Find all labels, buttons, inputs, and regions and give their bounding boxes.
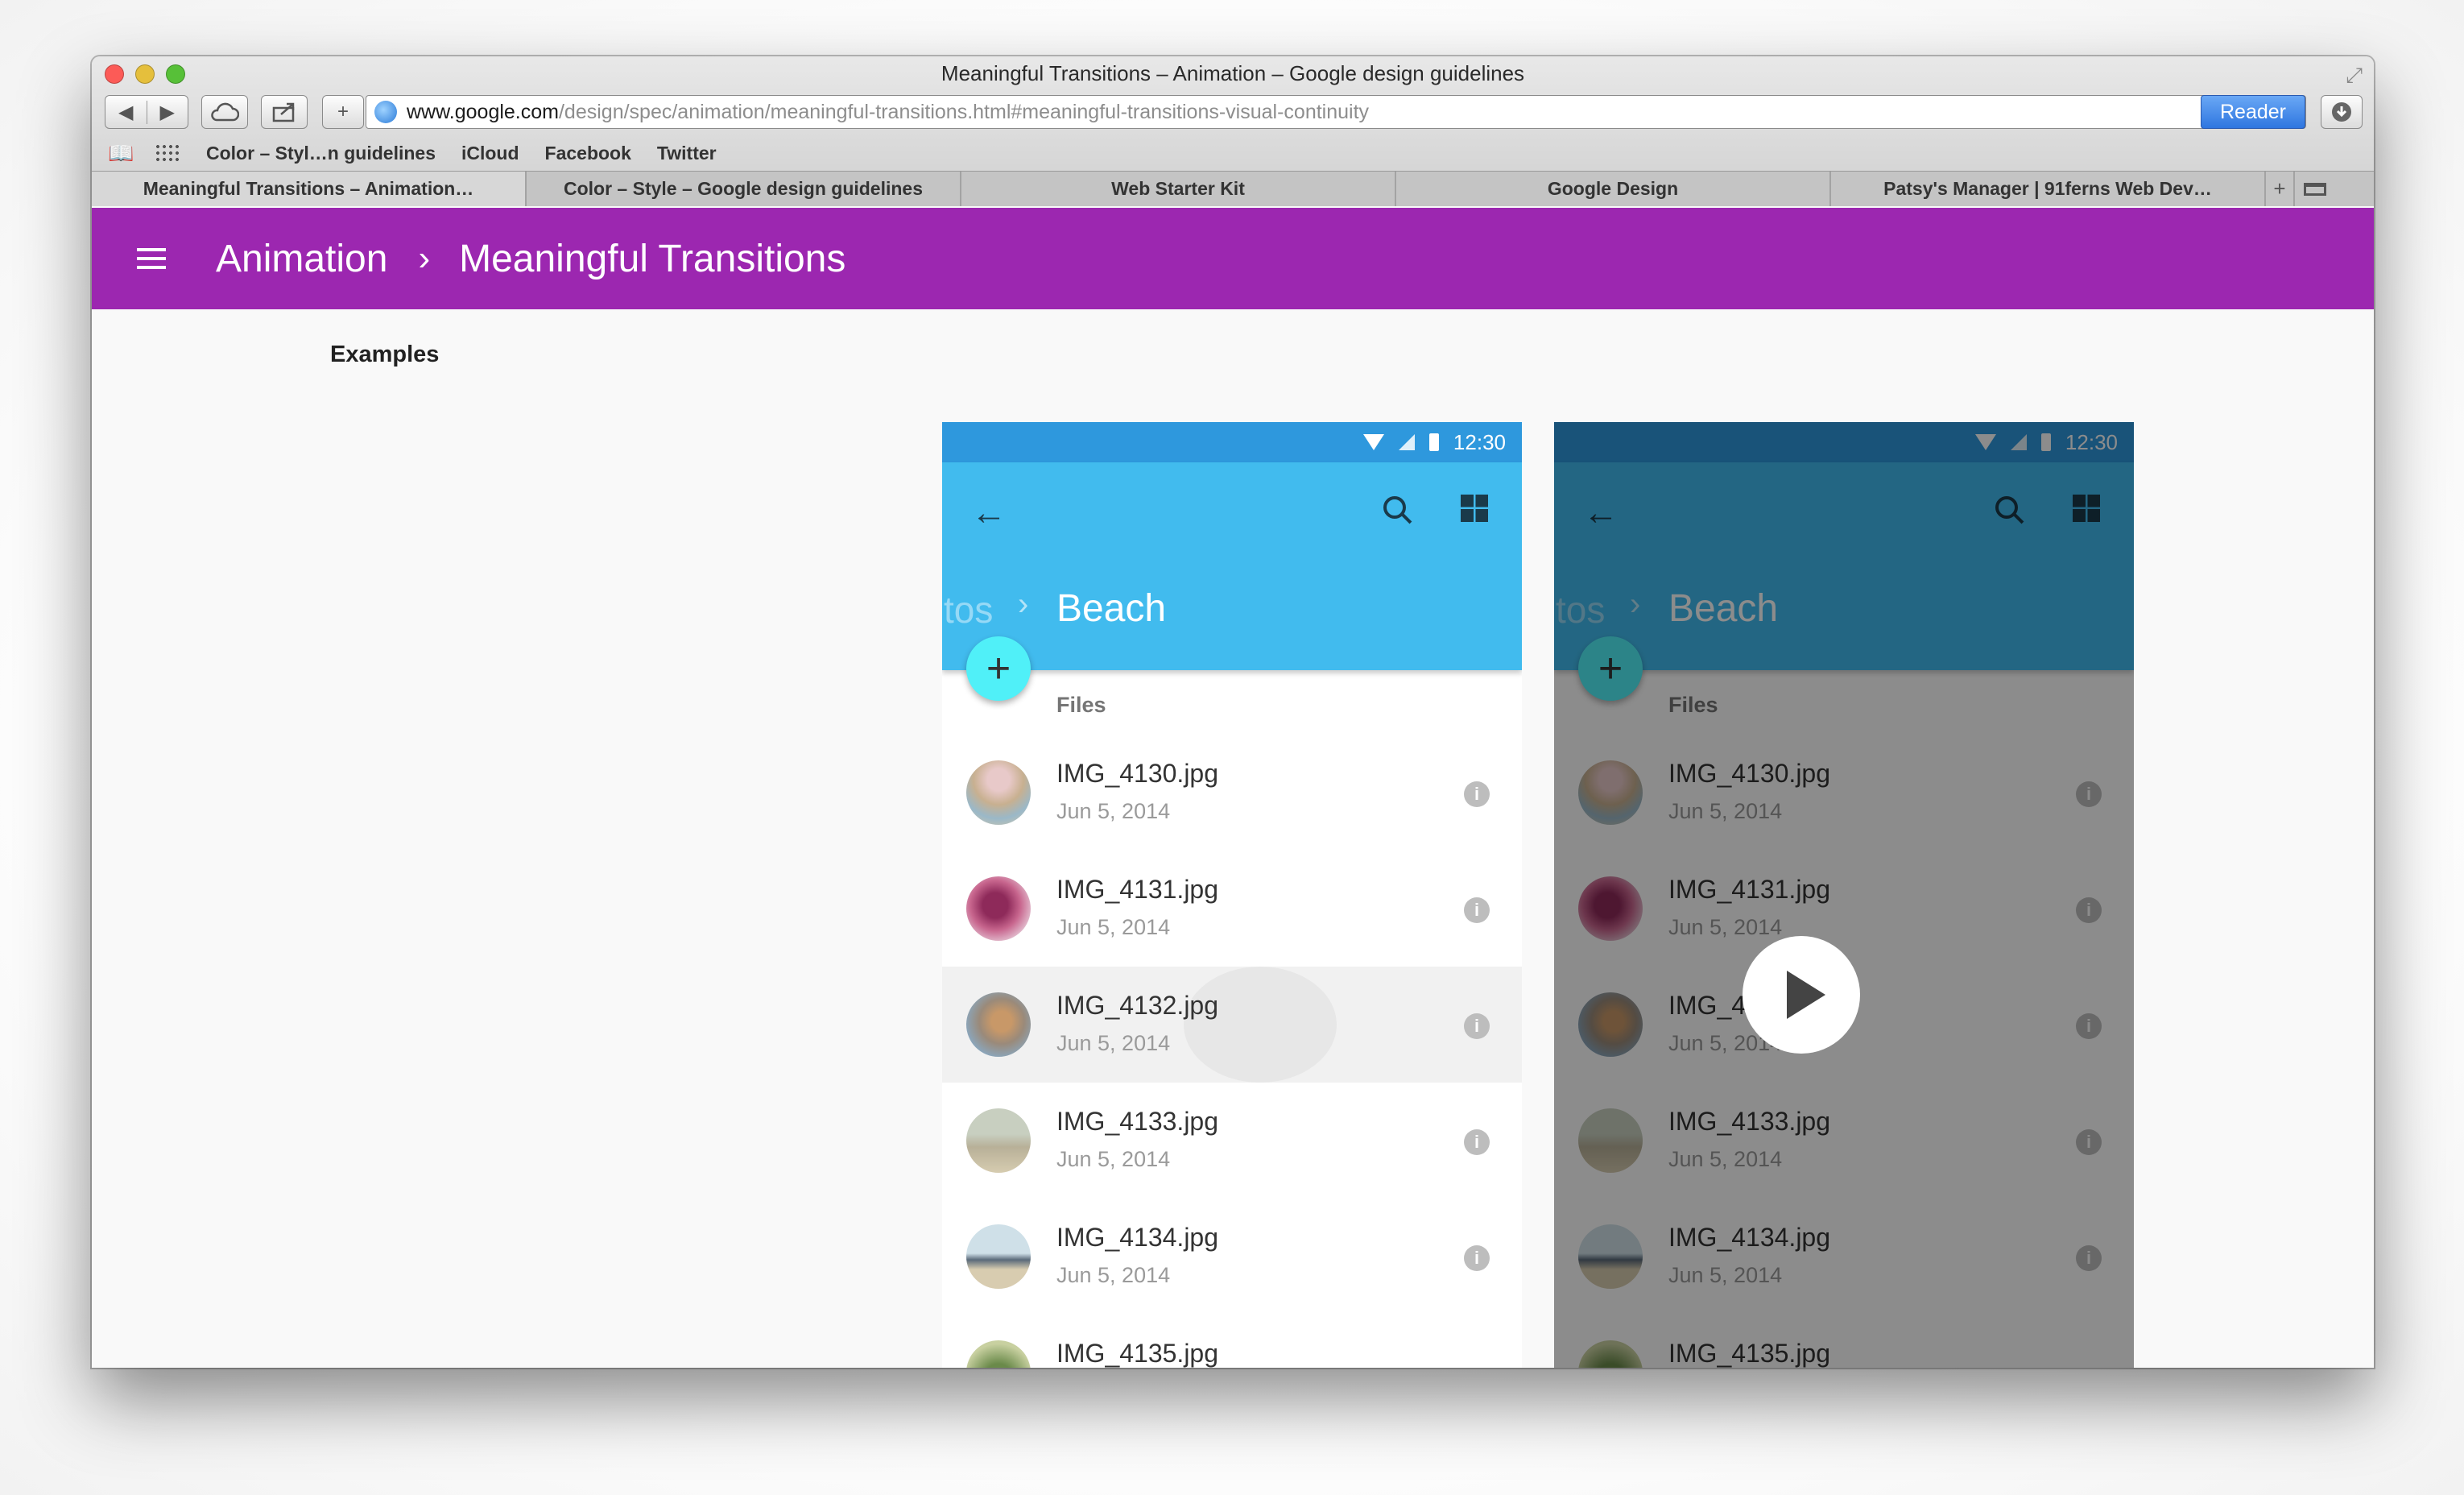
reading-list-icon[interactable]: 📖: [108, 141, 140, 166]
list-item[interactable]: IMG_4133.jpg Jun 5, 2014 i: [942, 1083, 1522, 1199]
back-forward-buttons: ◀ ▶: [105, 95, 188, 129]
search-icon[interactable]: [1383, 496, 1406, 519]
video-dim-overlay[interactable]: [1554, 422, 2134, 1368]
play-button[interactable]: [1743, 936, 1860, 1054]
address-bar[interactable]: www.google.com /design/spec/animation/me…: [366, 95, 2306, 129]
menu-icon[interactable]: [137, 248, 166, 269]
list-item[interactable]: IMG_4135.jpg: [942, 1315, 1522, 1368]
url-path: /design/spec/animation/meaningful-transi…: [558, 100, 1370, 123]
file-date: Jun 5, 2014: [1056, 1263, 1171, 1287]
app-bar: ← tos › Beach: [942, 462, 1522, 670]
file-name: IMG_4132.jpg: [1056, 991, 1219, 1020]
list-item[interactable]: IMG_4132.jpg Jun 5, 2014 i: [942, 967, 1522, 1083]
file-name: IMG_4130.jpg: [1056, 759, 1219, 788]
thumbnail: [966, 1340, 1031, 1368]
info-icon[interactable]: i: [1464, 1013, 1490, 1039]
share-button[interactable]: [261, 95, 308, 129]
tab-bar: Meaningful Transitions – Animation… Colo…: [92, 171, 2374, 206]
bookmark-item[interactable]: Twitter: [657, 143, 717, 164]
globe-icon: [374, 101, 397, 123]
phone-example-right-video: 12:30 ← tos › Beach + Files IMG_4130.jpg…: [1554, 422, 2134, 1368]
thumbnail: [966, 1224, 1031, 1289]
info-icon[interactable]: i: [1464, 1245, 1490, 1271]
fullscreen-icon[interactable]: ⤢: [2346, 63, 2363, 89]
file-list: IMG_4130.jpg Jun 5, 2014 i IMG_4131.jpg …: [942, 735, 1522, 1368]
list-item[interactable]: IMG_4134.jpg Jun 5, 2014 i: [942, 1199, 1522, 1315]
url-host: www.google.com: [407, 100, 559, 123]
ripple-effect: [1184, 967, 1337, 1083]
bookmark-item[interactable]: Facebook: [545, 143, 631, 164]
info-icon[interactable]: i: [1464, 1129, 1490, 1155]
back-arrow-icon[interactable]: ←: [971, 493, 1007, 533]
share-icon: [272, 102, 295, 122]
browser-chrome: Meaningful Transitions – Animation – Goo…: [92, 56, 2374, 206]
thumbnail: [966, 876, 1031, 941]
downloads-button[interactable]: [2321, 95, 2363, 129]
file-date: Jun 5, 2014: [1056, 1031, 1171, 1055]
breadcrumb-current: Beach: [1056, 587, 1167, 630]
breadcrumb-separator: ›: [418, 238, 431, 278]
window-title: Meaningful Transitions – Animation – Goo…: [941, 61, 1525, 85]
bookmark-item[interactable]: iCloud: [461, 143, 519, 164]
page-title: Meaningful Transitions: [459, 237, 846, 280]
top-sites-icon[interactable]: [155, 143, 180, 163]
status-bar: 12:30: [942, 422, 1522, 462]
phone-example-left: 12:30 ← tos › Beach + Files IMG_4130.jpg…: [942, 422, 1522, 1368]
files-subheader: Files: [1056, 693, 1106, 717]
breadcrumb-arrow: ›: [1018, 586, 1029, 622]
info-icon[interactable]: i: [1464, 897, 1490, 923]
list-item[interactable]: IMG_4130.jpg Jun 5, 2014 i: [942, 735, 1522, 851]
back-button[interactable]: ◀: [105, 100, 147, 124]
download-icon: [2332, 102, 2351, 122]
new-tab-button[interactable]: +: [2266, 172, 2295, 206]
file-name: IMG_4131.jpg: [1056, 875, 1219, 904]
list-item[interactable]: IMG_4131.jpg Jun 5, 2014 i: [942, 851, 1522, 967]
forward-button[interactable]: ▶: [147, 101, 188, 124]
bookmark-item[interactable]: Color – Styl…n guidelines: [206, 143, 436, 164]
info-icon[interactable]: i: [1464, 781, 1490, 807]
tab-meaningful-transitions[interactable]: Meaningful Transitions – Animation…: [92, 172, 527, 206]
cloud-icon: [211, 102, 239, 122]
browser-window: Meaningful Transitions – Animation – Goo…: [92, 56, 2374, 1368]
reader-button[interactable]: Reader: [2201, 95, 2305, 129]
thumbnail: [966, 992, 1031, 1057]
wifi-icon: [1362, 434, 1384, 450]
grid-view-icon[interactable]: [1461, 495, 1488, 522]
breadcrumb-previous[interactable]: tos: [944, 588, 993, 632]
icloud-tabs-button[interactable]: [201, 95, 248, 129]
thumbnail: [966, 1108, 1031, 1173]
thumbnail: [966, 760, 1031, 825]
tab-overview-icon[interactable]: [2295, 172, 2335, 206]
file-name: IMG_4135.jpg: [1056, 1339, 1219, 1368]
play-icon: [1787, 971, 1825, 1019]
file-name: IMG_4134.jpg: [1056, 1223, 1219, 1252]
file-date: Jun 5, 2014: [1056, 915, 1171, 939]
battery-icon: [1428, 433, 1439, 451]
page-header: Animation › Meaningful Transitions: [92, 208, 2374, 309]
tab-google-design[interactable]: Google Design: [1396, 172, 1831, 206]
bookmarks-bar: 📖 Color – Styl…n guidelines iCloud Faceb…: [92, 137, 2374, 169]
tab-patsys-manager[interactable]: Patsy's Manager | 91ferns Web Dev…: [1831, 172, 2266, 206]
breadcrumb-animation[interactable]: Animation: [216, 237, 387, 281]
signal-icon: [1398, 434, 1415, 450]
file-date: Jun 5, 2014: [1056, 1147, 1171, 1171]
file-name: IMG_4133.jpg: [1056, 1107, 1219, 1136]
add-bookmark-button[interactable]: +: [322, 95, 364, 129]
browser-toolbar: ◀ ▶ + www.google.com /design/spec/animat…: [92, 93, 2374, 134]
add-fab-button[interactable]: +: [966, 636, 1031, 701]
tab-color-style[interactable]: Color – Style – Google design guidelines: [527, 172, 961, 206]
tab-web-starter-kit[interactable]: Web Starter Kit: [961, 172, 1396, 206]
status-time: 12:30: [1453, 429, 1506, 454]
file-date: Jun 5, 2014: [1056, 799, 1171, 823]
section-title: Examples: [330, 342, 440, 367]
